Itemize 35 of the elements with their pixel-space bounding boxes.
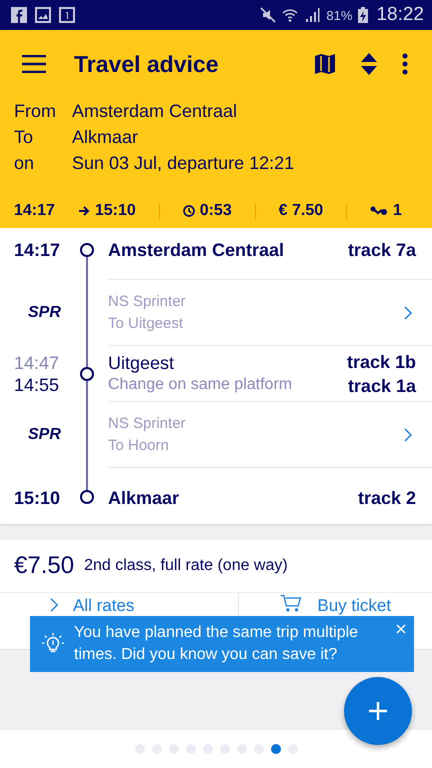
transfer-note: Change on same platform bbox=[108, 374, 292, 394]
clock-time: 18:22 bbox=[376, 4, 424, 26]
train-type: SPR bbox=[27, 304, 62, 322]
tip-message: You have planned the same trip multiple times. Did you know you can save it? bbox=[74, 623, 360, 665]
query-label: To bbox=[14, 126, 34, 148]
departure-time: 14:55 bbox=[14, 374, 60, 396]
station-name: Amsterdam Centraal bbox=[108, 238, 284, 260]
query-value: Sun 03 Jul, departure 12:21 bbox=[72, 152, 296, 174]
track-number: track 1b bbox=[346, 350, 416, 372]
screen-title: Travel advice bbox=[74, 50, 220, 78]
query-label: From bbox=[14, 100, 57, 122]
track-number: track 1a bbox=[348, 374, 416, 396]
fare-description: 2nd class, full rate (one way) bbox=[84, 557, 288, 575]
train-operator: NS Sprinter bbox=[108, 292, 186, 312]
transfer-count: 1 bbox=[393, 202, 402, 220]
battery-percentage: 81% bbox=[326, 8, 352, 22]
query-value: Alkmaar bbox=[72, 126, 140, 148]
train-direction: To Hoorn bbox=[108, 436, 170, 456]
track-number: track 7a bbox=[348, 238, 416, 260]
train-type: SPR bbox=[27, 426, 62, 444]
departure-time: 15:10 bbox=[14, 487, 62, 509]
station-name: Alkmaar bbox=[108, 487, 180, 509]
departure-time: 14:17 bbox=[14, 202, 55, 220]
query-label: on bbox=[14, 152, 36, 174]
fare-price: €7.50 bbox=[14, 552, 74, 580]
trip-price: € 7.50 bbox=[278, 202, 324, 220]
station-name: Uitgeest bbox=[108, 352, 176, 374]
train-operator: NS Sprinter bbox=[108, 414, 186, 434]
track-number: track 2 bbox=[358, 487, 416, 509]
arrival-time: 14:47 bbox=[14, 352, 60, 374]
arrival-time: 15:10 bbox=[94, 202, 136, 220]
departure-time: 14:17 bbox=[14, 239, 62, 261]
query-value: Amsterdam Centraal bbox=[72, 100, 238, 122]
travel-duration: 0:53 bbox=[200, 202, 232, 220]
train-direction: To Uitgeest bbox=[108, 314, 184, 334]
